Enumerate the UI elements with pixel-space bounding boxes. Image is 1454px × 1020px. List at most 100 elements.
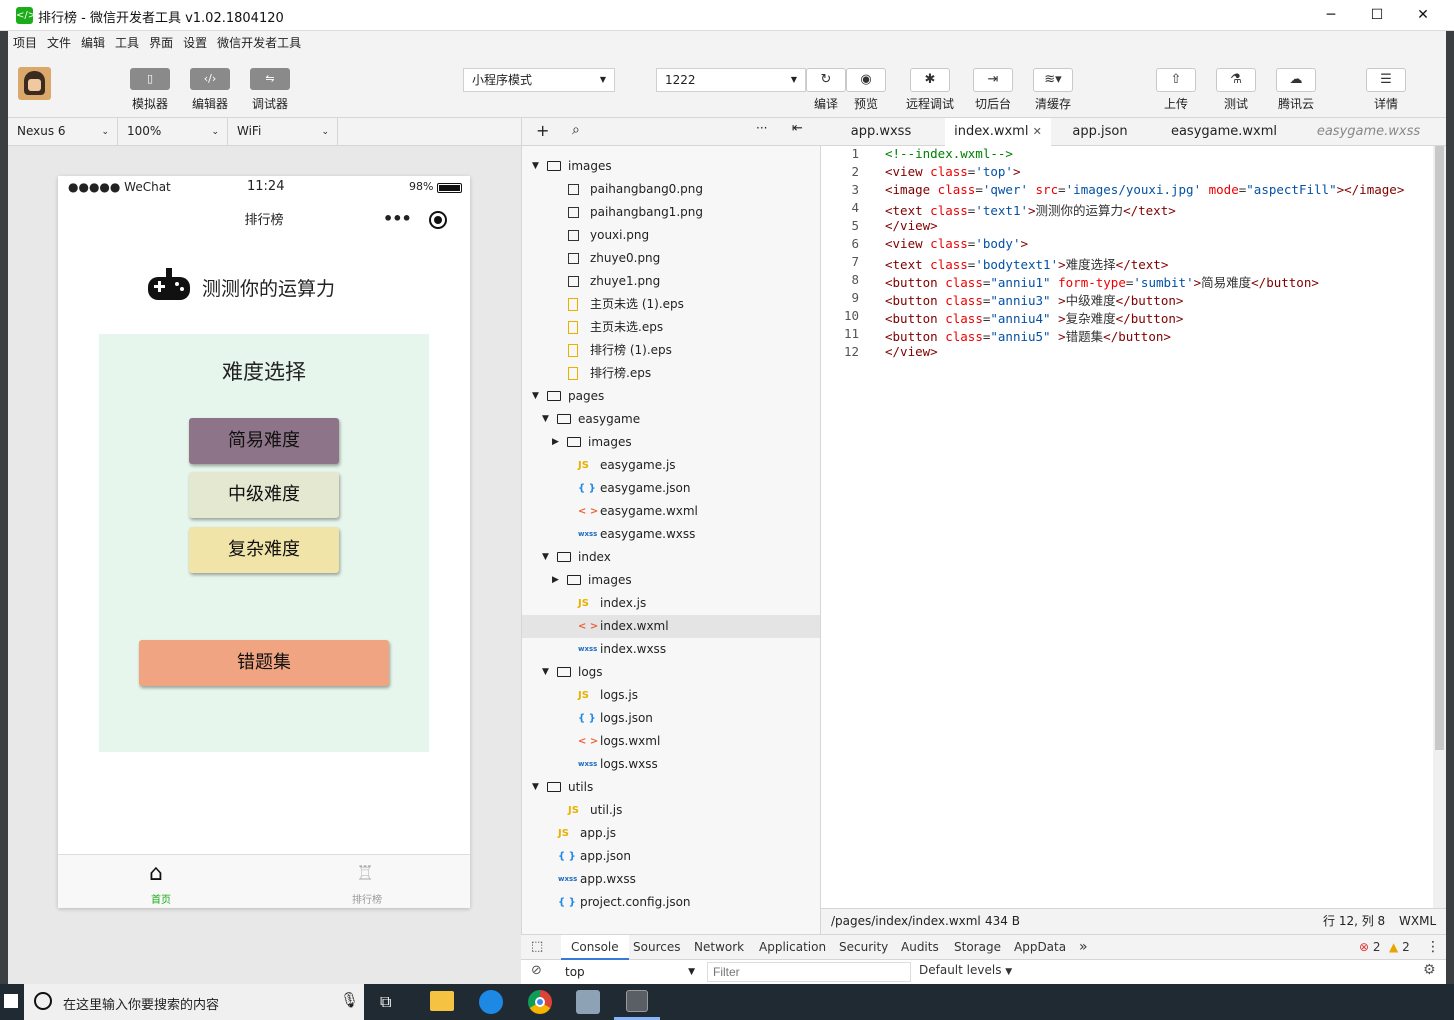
code-line[interactable]: <image class='qwer' src='images/youxi.jp… (885, 182, 1404, 197)
more-tabs-icon[interactable]: » (1079, 935, 1088, 959)
wechat-devtools-taskbar-icon[interactable] (626, 990, 648, 1012)
more-icon[interactable]: ··· (756, 121, 767, 135)
simulator-toggle-button[interactable]: ▯ (130, 68, 170, 90)
tab-security[interactable]: Security (839, 935, 888, 959)
editor-toggle-button[interactable]: ‹/› (190, 68, 230, 90)
test-button[interactable]: ⚗ (1216, 68, 1256, 92)
code-line[interactable]: <button class="anniu1" form-type='sumbit… (885, 272, 1319, 291)
menu-edit[interactable]: 编辑 (76, 31, 110, 55)
code-line[interactable]: <text class='bodytext1'>难度选择</text> (885, 254, 1168, 273)
tree-file[interactable]: wxss easygame.wxss (522, 523, 820, 546)
tree-folder[interactable]: ▼ easygame (522, 408, 820, 431)
tree-folder[interactable]: ▼ utils (522, 776, 820, 799)
tree-file[interactable]: wxss logs.wxss (522, 753, 820, 776)
code-line[interactable]: </view> (885, 344, 938, 359)
menu-wechat-devtools[interactable]: 微信开发者工具 (212, 31, 306, 55)
close-window-button[interactable]: ✕ (1400, 0, 1446, 31)
tree-file[interactable]: { } app.json (522, 845, 820, 868)
settings-gear-icon[interactable]: ⚙ (1423, 962, 1436, 978)
task-view-icon[interactable]: ⧉ (380, 992, 391, 1012)
background-button[interactable]: ⇥ (973, 68, 1013, 92)
menu-settings[interactable]: 设置 (178, 31, 212, 55)
tree-file[interactable]: JS util.js (522, 799, 820, 822)
caret-down-icon[interactable]: ▼ (542, 661, 549, 684)
code-line[interactable]: <text class='text1'>测测你的运算力</text> (885, 200, 1176, 219)
tab-console[interactable]: Console (561, 935, 629, 960)
inspect-icon[interactable]: ⬚ (531, 935, 543, 959)
code-line[interactable]: <button class="anniu3" >中级难度</button> (885, 290, 1183, 309)
collapse-panel-icon[interactable]: ⇤ (792, 121, 803, 136)
tree-file[interactable]: paihangbang0.png (522, 178, 820, 201)
console-filter-input[interactable] (707, 962, 911, 982)
code-editor[interactable]: 1 <!--index.wxml--> 2 <view class='top'> 3 <i… (821, 146, 1446, 908)
code-line[interactable]: <view class='top'> (885, 164, 1021, 179)
code-line[interactable]: <view class='body'> (885, 236, 1028, 251)
tree-file[interactable]: wxss app.wxss (522, 868, 820, 891)
tree-file[interactable]: < > index.wxml (522, 615, 820, 638)
tab-home[interactable]: ⌂ 首页 (111, 855, 211, 909)
tree-file[interactable]: zhuye1.png (522, 270, 820, 293)
tree-file[interactable]: { } project.config.json (522, 891, 820, 914)
context-select[interactable]: top ▼ (559, 962, 699, 982)
caret-down-icon[interactable]: ▼ (532, 776, 539, 799)
tab-app-wxss[interactable]: app.wxss (833, 118, 929, 146)
code-line[interactable]: <!--index.wxml--> (885, 146, 1013, 161)
debugger-toggle-button[interactable]: ⇋ (250, 68, 290, 90)
upload-button[interactable]: ⇧ (1156, 68, 1196, 92)
tree-file[interactable]: 主页未选 (1).eps (522, 293, 820, 316)
tree-file[interactable]: 排行榜 (1).eps (522, 339, 820, 362)
tree-file[interactable]: JS logs.js (522, 684, 820, 707)
close-capsule-icon[interactable] (429, 211, 447, 229)
tree-file[interactable]: 排行榜.eps (522, 362, 820, 385)
tree-file[interactable]: { } logs.json (522, 707, 820, 730)
browser-icon[interactable] (479, 990, 503, 1014)
minimize-button[interactable]: ─ (1308, 0, 1354, 31)
tab-index-wxml[interactable]: index.wxml ✕ (945, 118, 1051, 146)
clear-cache-button[interactable]: ≋▾ (1033, 68, 1073, 92)
file-explorer-icon[interactable] (430, 991, 454, 1011)
tree-folder[interactable]: ▼ images (522, 155, 820, 178)
code-line[interactable]: <button class="anniu5" >错题集</button> (885, 326, 1171, 345)
tree-file[interactable]: wxss index.wxss (522, 638, 820, 661)
details-button[interactable]: ☰ (1366, 68, 1406, 92)
tree-file[interactable]: JS easygame.js (522, 454, 820, 477)
menu-tools[interactable]: 工具 (110, 31, 144, 55)
menu-file[interactable]: 文件 (42, 31, 76, 55)
remote-debug-button[interactable]: ✱ (910, 68, 950, 92)
close-tab-icon[interactable]: ✕ (1033, 125, 1042, 138)
devtools-menu-icon[interactable]: ⋮ (1426, 935, 1440, 959)
error-count[interactable]: ⊗ 2 (1359, 935, 1381, 959)
tree-file[interactable]: < > easygame.wxml (522, 500, 820, 523)
medium-button[interactable]: 中级难度 (189, 472, 339, 518)
editor-scrollbar[interactable] (1433, 146, 1446, 908)
tree-file[interactable]: 主页未选.eps (522, 316, 820, 339)
network-select[interactable]: WiFi ⌄ (228, 118, 338, 146)
tab-application[interactable]: Application (759, 935, 826, 959)
caret-down-icon[interactable]: ▼ (542, 546, 549, 569)
tab-app-json[interactable]: app.json (1057, 118, 1143, 146)
tab-storage[interactable]: Storage (954, 935, 1001, 959)
tree-folder[interactable]: ▼ index (522, 546, 820, 569)
add-file-icon[interactable]: + (536, 121, 549, 140)
easy-button[interactable]: 简易难度 (189, 418, 339, 464)
caret-down-icon[interactable]: ▼ (542, 408, 549, 431)
tree-folder[interactable]: ▼ pages (522, 385, 820, 408)
tree-file[interactable]: < > logs.wxml (522, 730, 820, 753)
windows-start-icon[interactable] (4, 994, 18, 1008)
warning-count[interactable]: ▲ 2 (1389, 935, 1410, 959)
tree-file[interactable]: zhuye0.png (522, 247, 820, 270)
tree-folder[interactable]: ▶ images (522, 431, 820, 454)
microphone-icon[interactable]: 🎙 (340, 991, 359, 1009)
photo-app-icon[interactable] (576, 990, 600, 1014)
caret-down-icon[interactable]: ▼ (532, 155, 539, 178)
chrome-icon[interactable] (528, 990, 552, 1014)
compile-mode-select[interactable]: 1222 ▼ (656, 68, 806, 92)
preview-button[interactable]: ◉ (846, 68, 886, 92)
tab-ranking[interactable]: ♖ 排行榜 (317, 855, 417, 909)
menu-view[interactable]: 界面 (144, 31, 178, 55)
tab-audits[interactable]: Audits (901, 935, 939, 959)
tree-folder[interactable]: ▼ logs (522, 661, 820, 684)
zoom-select[interactable]: 100% ⌄ (118, 118, 228, 146)
user-avatar[interactable] (18, 67, 51, 100)
search-icon[interactable]: ⌕ (572, 122, 580, 138)
